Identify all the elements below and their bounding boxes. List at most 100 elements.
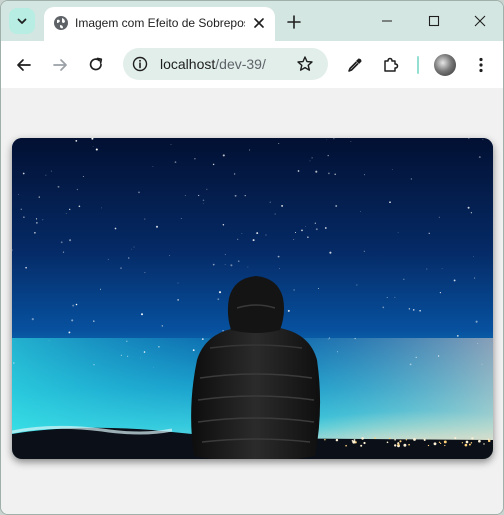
star [36, 222, 38, 224]
star [194, 158, 196, 160]
puzzle-icon [384, 57, 399, 72]
arrow-right-icon [53, 59, 67, 71]
back-button[interactable] [13, 54, 35, 76]
star [169, 255, 171, 256]
reload-button[interactable] [85, 54, 107, 76]
minimize-button[interactable] [375, 11, 399, 31]
star [184, 195, 186, 197]
star [126, 340, 128, 342]
star [224, 254, 226, 255]
star [265, 234, 267, 236]
town-light [389, 437, 391, 440]
star [22, 172, 25, 175]
star [386, 296, 388, 298]
star [170, 143, 172, 145]
star [202, 199, 205, 202]
info-icon[interactable] [132, 56, 148, 72]
star [274, 213, 276, 215]
kebab-menu-icon [479, 57, 483, 73]
tab-search-button[interactable] [9, 8, 35, 34]
star [233, 173, 236, 175]
town-light [403, 443, 407, 447]
star [222, 224, 225, 226]
tab-title: Imagem com Efeito de Sobreposição [75, 16, 245, 30]
star [158, 346, 160, 348]
star [279, 268, 280, 269]
star [222, 330, 224, 332]
star [391, 168, 393, 170]
star [201, 338, 204, 340]
star [65, 213, 67, 214]
star [139, 357, 141, 359]
forward-button[interactable] [49, 54, 71, 76]
star [326, 139, 328, 141]
star [161, 325, 163, 327]
town-light [483, 443, 485, 445]
star [278, 142, 280, 145]
star [45, 174, 47, 176]
chevron-down-icon [17, 18, 27, 24]
star [18, 194, 19, 195]
town-light [374, 437, 376, 439]
star [403, 278, 405, 281]
star [141, 313, 143, 316]
star [130, 248, 132, 250]
star [307, 236, 309, 238]
url-text[interactable]: localhost/dev-39/ [160, 56, 266, 72]
star [206, 188, 208, 190]
address-bar[interactable]: localhost/dev-39/ [123, 48, 328, 80]
star [42, 219, 44, 221]
close-icon[interactable] [251, 15, 267, 31]
town-light [360, 444, 363, 447]
star [470, 212, 473, 214]
star [428, 232, 430, 234]
arrow-left-icon [17, 59, 31, 71]
plus-icon[interactable] [285, 13, 303, 31]
maximize-button[interactable] [422, 11, 446, 31]
star [78, 205, 81, 208]
star-icon[interactable] [296, 55, 314, 73]
star [48, 340, 50, 341]
star [297, 170, 300, 172]
star [237, 260, 240, 263]
extensions-button[interactable] [380, 54, 402, 76]
star [382, 306, 385, 309]
star [327, 154, 329, 157]
profile-avatar[interactable] [434, 54, 456, 76]
star [412, 309, 415, 311]
star [256, 232, 259, 235]
star [212, 163, 215, 166]
star [301, 229, 303, 232]
menu-button[interactable] [470, 54, 492, 76]
star [482, 138, 484, 140]
town-light [345, 444, 347, 447]
star [82, 175, 84, 178]
star [143, 351, 146, 353]
star [218, 291, 222, 294]
star [329, 337, 331, 339]
star [224, 264, 226, 265]
star [34, 231, 36, 234]
maximize-icon [428, 15, 440, 27]
star [315, 228, 318, 231]
star [437, 355, 440, 357]
star [234, 194, 237, 197]
star [453, 279, 456, 282]
eyedropper-button[interactable] [344, 54, 366, 76]
town-light [468, 443, 471, 446]
star [152, 166, 154, 167]
town-light [427, 444, 430, 447]
star [426, 268, 428, 270]
window-close-button[interactable] [468, 11, 492, 31]
star [60, 241, 63, 244]
star [277, 255, 280, 258]
star [92, 146, 94, 147]
star [230, 264, 233, 267]
town-light [433, 442, 437, 446]
star [441, 268, 443, 270]
star [363, 250, 365, 252]
star [314, 222, 316, 224]
star [120, 354, 122, 356]
star [293, 289, 295, 291]
browser-tab[interactable]: Imagem com Efeito de Sobreposição [44, 7, 275, 41]
